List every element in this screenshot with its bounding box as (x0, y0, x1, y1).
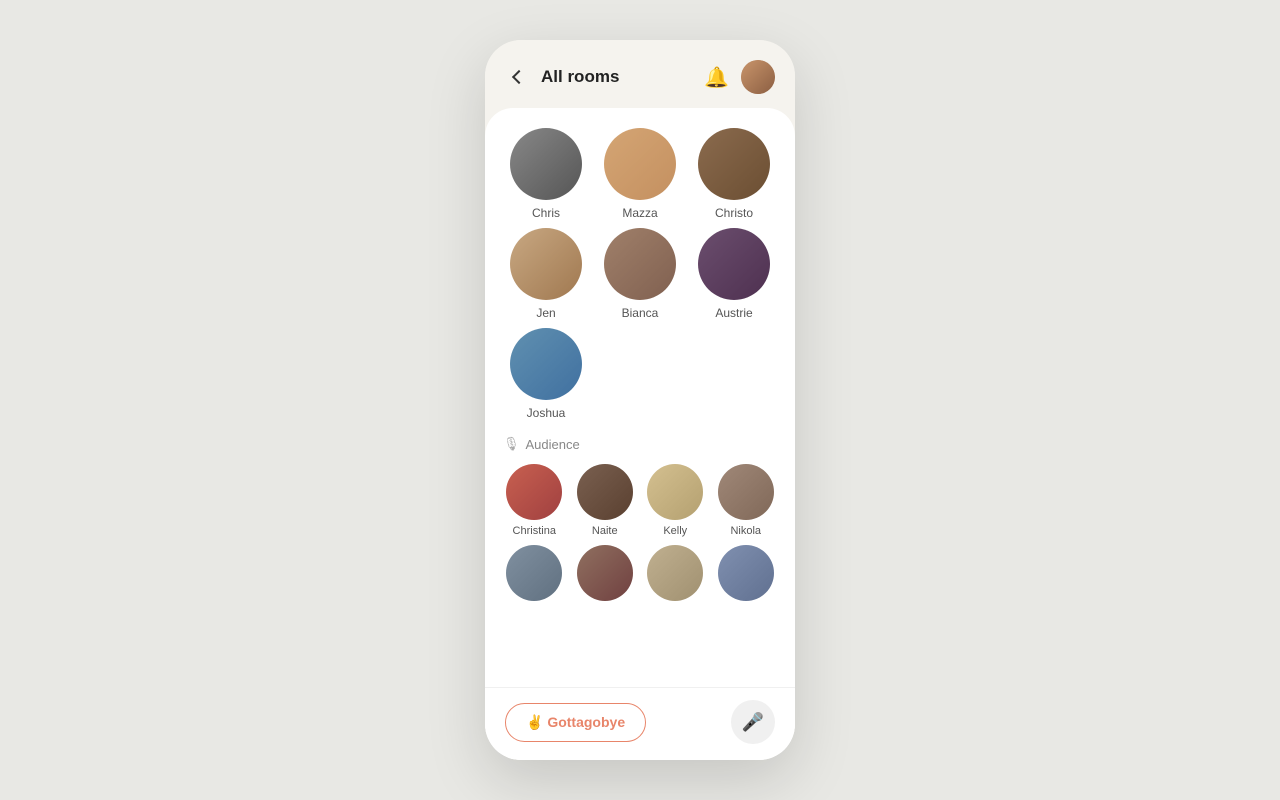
speaker-avatar-image (698, 228, 770, 300)
audience-avatar-image (506, 464, 562, 520)
speaker-item[interactable]: Jen (501, 228, 591, 320)
audience-avatar-image (718, 545, 774, 601)
speaker-avatar-image (510, 128, 582, 200)
audience-avatar (506, 464, 562, 520)
audience-member-name: Nikola (730, 525, 761, 537)
speaker-avatar (604, 128, 676, 200)
speakers-grid: Chris Mazza Christo Jen Bianca Austrie Joshua (501, 128, 779, 420)
audience-avatar (718, 545, 774, 601)
speaker-avatar (510, 228, 582, 300)
audience-member-name: Christina (513, 525, 556, 537)
audience-member-name: Kelly (663, 525, 687, 537)
speaker-avatar-image (698, 128, 770, 200)
audience-section-label: 🎙 Audience (501, 436, 779, 452)
back-chevron-icon (512, 70, 526, 84)
audience-label-text: Audience (526, 437, 580, 452)
mute-button[interactable]: 🎤 (731, 700, 775, 744)
speaker-item[interactable]: Bianca (595, 228, 685, 320)
audience-avatar (718, 464, 774, 520)
speaker-avatar-image (510, 228, 582, 300)
header-left: All rooms (505, 63, 619, 91)
speaker-item[interactable]: Joshua (501, 328, 591, 420)
speaker-item[interactable]: Mazza (595, 128, 685, 220)
speaker-name: Jen (536, 306, 555, 320)
user-avatar-image (741, 60, 775, 94)
audience-avatar-image (647, 464, 703, 520)
audience-avatar (647, 545, 703, 601)
audience-item[interactable]: Nikola (713, 464, 780, 537)
header-right: 🔔 (704, 60, 775, 94)
notification-icon[interactable]: 🔔 (704, 65, 729, 90)
bottom-bar: ✌️ Gottagobye 🎤 (485, 687, 795, 760)
audience-avatar-image (577, 545, 633, 601)
audience-avatar-image (577, 464, 633, 520)
back-button[interactable] (505, 63, 533, 91)
audience-avatar (577, 464, 633, 520)
speaker-name: Joshua (527, 406, 566, 420)
mic-icon: 🎙 (503, 436, 520, 452)
header-title: All rooms (541, 67, 619, 87)
audience-avatar (577, 545, 633, 601)
speaker-name: Mazza (622, 206, 657, 220)
speaker-avatar-image (510, 328, 582, 400)
speaker-avatar (510, 328, 582, 400)
mute-icon: 🎤 (742, 712, 764, 733)
speaker-avatar (510, 128, 582, 200)
audience-avatar-image (647, 545, 703, 601)
speaker-name: Austrie (715, 306, 752, 320)
speaker-avatar (698, 228, 770, 300)
header: All rooms 🔔 (485, 40, 795, 108)
audience-member-name: Naite (592, 525, 618, 537)
speaker-name: Chris (532, 206, 560, 220)
speaker-item[interactable]: Chris (501, 128, 591, 220)
speaker-avatar-image (604, 228, 676, 300)
speaker-item[interactable]: Christo (689, 128, 779, 220)
audience-avatar-image (718, 464, 774, 520)
user-avatar-header[interactable] (741, 60, 775, 94)
audience-item[interactable]: Christina (501, 464, 568, 537)
audience-item[interactable] (642, 545, 709, 606)
audience-item[interactable] (713, 545, 780, 606)
gottagobye-button[interactable]: ✌️ Gottagobye (505, 703, 646, 742)
main-card: ChrisMazzaChristoJenBiancaAustrieJoshua … (485, 108, 795, 760)
audience-item[interactable] (501, 545, 568, 606)
speaker-name: Christo (715, 206, 753, 220)
speaker-name: Bianca (622, 306, 659, 320)
speaker-avatar (604, 228, 676, 300)
phone-container: All rooms 🔔 Chris Mazza Christo Jen Bianca Au… (485, 40, 795, 760)
audience-item[interactable]: Naite (572, 464, 639, 537)
audience-avatar (506, 545, 562, 601)
audience-item[interactable] (572, 545, 639, 606)
speaker-item[interactable]: Austrie (689, 228, 779, 320)
audience-avatar-image (506, 545, 562, 601)
speaker-avatar-image (604, 128, 676, 200)
audience-item[interactable]: Kelly (642, 464, 709, 537)
audience-avatar (647, 464, 703, 520)
speaker-avatar (698, 128, 770, 200)
audience-grid: Christina Naite Kelly Nikola (501, 464, 779, 606)
